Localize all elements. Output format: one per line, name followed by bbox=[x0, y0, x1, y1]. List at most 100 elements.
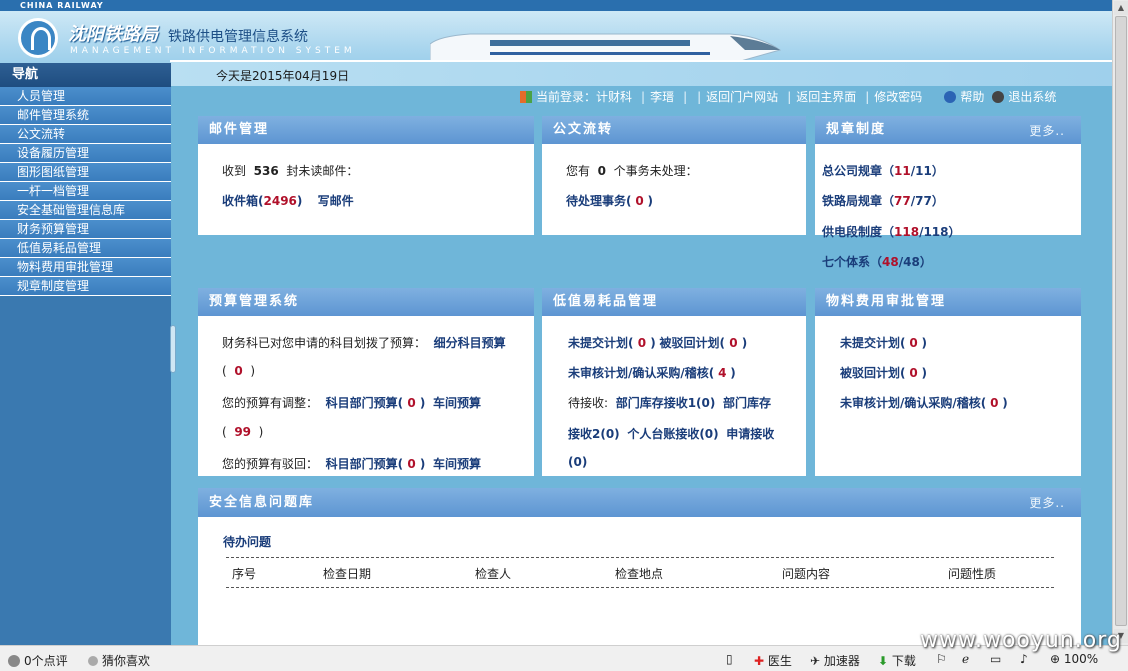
consumables-panel: 低值易耗品管理 未提交计划( 0 ) 被驳回计划( 0 ) 未审核计划/确认采购… bbox=[542, 288, 806, 476]
workshop-budget-adjusted-link[interactable]: 车间预算 bbox=[433, 396, 481, 410]
flag-icon[interactable]: ⚐ bbox=[936, 652, 947, 666]
dept-budget-rejected-link[interactable]: 科目部门预算( 0 ) bbox=[326, 457, 426, 471]
mail-unread-count: 536 bbox=[253, 164, 279, 178]
col-location: 检查地点 bbox=[615, 567, 664, 581]
nav-item-pole-files[interactable]: 一杆一档管理 bbox=[0, 182, 171, 201]
materials-panel: 物料费用审批管理 未提交计划( 0 ) 被驳回计划( 0 ) 未审核计划/确认采… bbox=[815, 288, 1081, 476]
table-top-divider bbox=[226, 557, 1054, 558]
dept-stock-receive-1-link[interactable]: 部门库存接收1(0) bbox=[616, 396, 716, 410]
phone-icon[interactable]: ▯ bbox=[726, 652, 733, 666]
comment-icon bbox=[8, 655, 20, 667]
rules-more-link[interactable]: 更多.. bbox=[1029, 117, 1065, 145]
mail-panel: 邮件管理 收到 536 封未读邮件： 收件箱(2496) 写邮件 bbox=[198, 116, 534, 235]
zoom-icon: ⊕ bbox=[1050, 652, 1061, 666]
sidebar-collapse-handle[interactable] bbox=[170, 325, 176, 373]
download-icon: ⬇ bbox=[878, 654, 889, 668]
compose-mail-link[interactable]: 写邮件 bbox=[318, 194, 354, 208]
volume-icon[interactable]: ♪ bbox=[1020, 652, 1028, 666]
help-link[interactable]: 帮助 bbox=[960, 90, 984, 104]
budget-adjusted-line: 您的预算有调整： 科目部门预算( 0 ) 车间预算 bbox=[222, 396, 482, 410]
subdivided-budget-link[interactable]: 细分科目预算 bbox=[434, 336, 506, 350]
unreviewed-plan-link[interactable]: 未审核计划/确认采购/稽核( 4 ) bbox=[568, 364, 736, 381]
dept-stock-receive-2-link[interactable]: 接收2(0) bbox=[568, 427, 620, 441]
system-name-en: MANAGEMENT INFORMATION SYSTEM bbox=[70, 46, 356, 56]
nav-title: 导航 bbox=[0, 63, 171, 87]
guess-you-like-item[interactable]: 猜你喜欢 bbox=[88, 652, 150, 669]
budget-adjusted-count: ( 99 ) bbox=[222, 425, 264, 439]
dept-budget-adjusted-link[interactable]: 科目部门预算( 0 ) bbox=[326, 396, 426, 410]
doctor-icon: ✚ bbox=[754, 654, 765, 668]
main-link[interactable]: 返回主界面 bbox=[796, 90, 856, 104]
materials-unsubmitted-link[interactable]: 未提交计划( 0 ) bbox=[840, 334, 927, 351]
rules-item-bureau[interactable]: 铁路局规章（77/77） bbox=[822, 192, 944, 209]
today-date: 今天是2015年04月19日 bbox=[216, 69, 350, 83]
portal-link[interactable]: 返回门户网站 bbox=[706, 90, 778, 104]
safety-more-link[interactable]: 更多.. bbox=[1029, 489, 1065, 518]
apply-receive-link[interactable]: 申请接收 bbox=[726, 427, 774, 441]
mail-panel-title: 邮件管理 bbox=[198, 116, 534, 144]
nav-item-mail[interactable]: 邮件管理系统 bbox=[0, 106, 171, 125]
user-group-icon bbox=[520, 91, 532, 103]
dot-icon bbox=[88, 656, 98, 666]
doctor-item[interactable]: ✚ 医生 bbox=[754, 652, 792, 669]
col-check-date: 检查日期 bbox=[323, 567, 372, 581]
nav-item-budget[interactable]: 财务预算管理 bbox=[0, 220, 171, 239]
col-issue-content: 问题内容 bbox=[782, 567, 831, 581]
materials-rejected-link[interactable]: 被驳回计划( 0 ) bbox=[840, 364, 927, 381]
watermark: www.wooyun.org bbox=[920, 628, 1122, 653]
materials-unreviewed-link[interactable]: 未审核计划/确认采购/稽核( 0 ) bbox=[840, 394, 1008, 411]
consumables-panel-title: 低值易耗品管理 bbox=[542, 288, 806, 316]
col-index: 序号 bbox=[232, 567, 257, 581]
col-issue-type: 问题性质 bbox=[948, 567, 997, 581]
safety-panel-title: 安全信息问题库 更多.. bbox=[198, 488, 1081, 517]
docs-pending-line: 您有 0 个事务未处理： bbox=[566, 164, 698, 178]
scrollbar-thumb[interactable] bbox=[1115, 16, 1127, 626]
help-icon bbox=[944, 91, 957, 103]
railway-brand: CHINA RAILWAY bbox=[20, 1, 104, 10]
user-name: 李瑨 bbox=[650, 90, 675, 104]
change-password-link[interactable]: 修改密码 bbox=[874, 90, 922, 104]
workshop-budget-rejected-link[interactable]: 车间预算 bbox=[433, 457, 481, 471]
comments-item[interactable]: 0个点评 bbox=[8, 652, 68, 669]
nav-item-consumables[interactable]: 低值易耗品管理 bbox=[0, 239, 171, 258]
pending-tasks-link[interactable]: 待处理事务( 0 ) bbox=[566, 192, 653, 209]
ie-icon[interactable]: ℯ bbox=[962, 652, 969, 666]
rejected-plan-link[interactable]: 被驳回计划( 0 ) bbox=[660, 336, 748, 350]
budget-panel: 预算管理系统 财务科已对您申请的科目划拨了预算： 细分科目预算 ( 0 ) 您的… bbox=[198, 288, 534, 476]
nav-item-rules[interactable]: 规章制度管理 bbox=[0, 277, 171, 296]
rules-item-section[interactable]: 供电段制度（118/118） bbox=[822, 223, 961, 240]
download-item[interactable]: ⬇ 下载 bbox=[878, 652, 916, 669]
budget-rejected-line: 您的预算有驳回： 科目部门预算( 0 ) 车间预算 bbox=[222, 457, 482, 471]
zoom-item[interactable]: ⊕ 100% bbox=[1050, 652, 1098, 666]
power-icon bbox=[992, 91, 1005, 103]
nav-item-drawings[interactable]: 图形图纸管理 bbox=[0, 163, 171, 182]
pending-issues-title: 待办问题 bbox=[223, 535, 272, 549]
window-icon[interactable]: ▭ bbox=[990, 652, 1001, 666]
rules-item-seven-systems[interactable]: 七个体系（48/48） bbox=[822, 253, 932, 270]
inbox-link[interactable]: 收件箱(2496) bbox=[222, 194, 302, 208]
mail-actions: 收件箱(2496) 写邮件 bbox=[222, 192, 354, 209]
nav-item-materials[interactable]: 物料费用审批管理 bbox=[0, 258, 171, 277]
accelerator-item[interactable]: ✈ 加速器 bbox=[810, 652, 860, 669]
personal-ledger-receive-link[interactable]: 个人台账接收(0) bbox=[627, 427, 718, 441]
vertical-scrollbar[interactable]: ▲ ▼ bbox=[1112, 0, 1128, 645]
header-topbar: CHINA RAILWAY bbox=[0, 0, 1112, 11]
rules-panel-title: 规章制度 更多.. bbox=[815, 116, 1081, 144]
mail-received-line: 收到 536 封未读邮件： bbox=[222, 162, 358, 179]
nav-item-equipment[interactable]: 设备履历管理 bbox=[0, 144, 171, 163]
nav-item-staff[interactable]: 人员管理 bbox=[0, 87, 171, 106]
table-header-divider bbox=[226, 587, 1054, 588]
unsubmitted-plan-link[interactable]: 未提交计划( 0 ) bbox=[568, 336, 656, 350]
logout-link[interactable]: 退出系统 bbox=[1008, 90, 1056, 104]
nav-item-safety[interactable]: 安全基础管理信息库 bbox=[0, 201, 171, 220]
mail-received-suffix: 封未读邮件： bbox=[286, 164, 359, 178]
nav-item-docs[interactable]: 公文流转 bbox=[0, 125, 171, 144]
mail-received-prefix: 收到 bbox=[222, 164, 247, 178]
rules-item-company[interactable]: 总公司规章（11/11） bbox=[822, 162, 944, 179]
scroll-up-icon[interactable]: ▲ bbox=[1114, 1, 1128, 15]
consumables-receive-line: 待接收: 部门库存接收1(0) 部门库存 bbox=[568, 396, 772, 410]
materials-panel-title: 物料费用审批管理 bbox=[815, 288, 1081, 316]
dept-stock-link[interactable]: 部门库存 bbox=[723, 396, 771, 410]
railway-logo-icon bbox=[18, 18, 58, 58]
apply-receive-count[interactable]: (0) bbox=[568, 455, 587, 469]
